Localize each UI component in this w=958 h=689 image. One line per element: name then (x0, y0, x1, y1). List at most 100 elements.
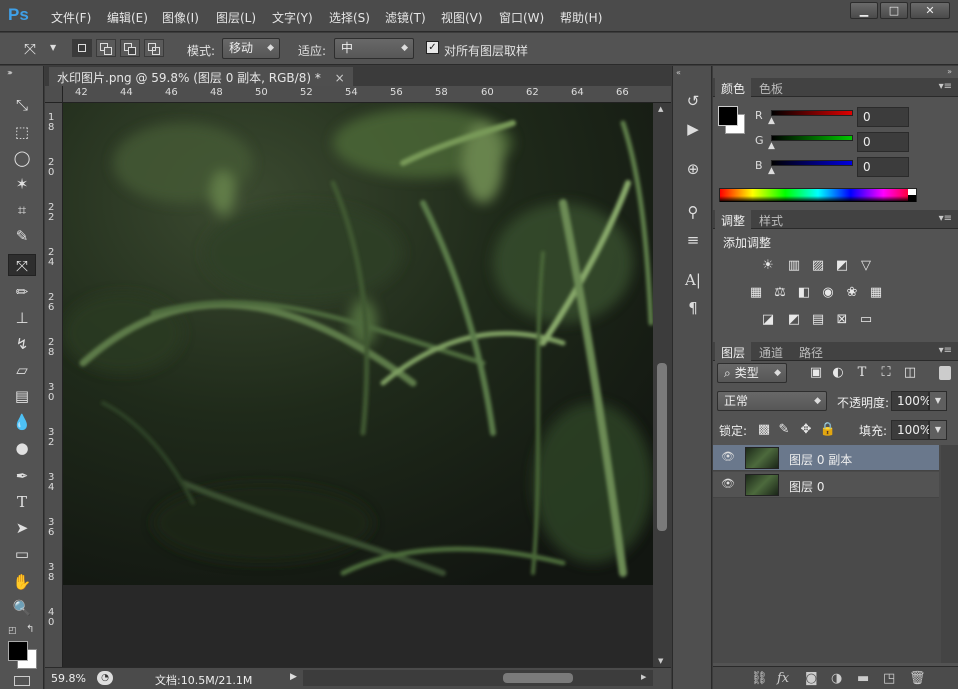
content-aware-move-tool-icon[interactable]: ⤧ (8, 254, 36, 276)
posterize-icon[interactable]: ◩ (785, 312, 803, 328)
hand-tool-icon[interactable]: ✋ (8, 571, 36, 593)
collapse-icon[interactable]: « (676, 68, 681, 77)
lock-transparent-icon[interactable]: ▩ (755, 422, 773, 438)
status-info-icon[interactable]: ◔ (97, 671, 113, 685)
pen-tool-icon[interactable]: ✒ (8, 465, 36, 487)
photo-filter-icon[interactable]: ◉ (819, 285, 837, 301)
lock-position-icon[interactable]: ✥ (797, 422, 815, 438)
color-lookup-icon[interactable]: ▦ (867, 285, 885, 301)
slider-handle-icon[interactable]: ▲ (768, 141, 775, 151)
vibrance-icon[interactable]: ▽ (857, 258, 875, 274)
minimize-button[interactable]: ▁ (850, 2, 878, 19)
add-selection-button[interactable] (96, 39, 116, 57)
g-slider[interactable] (771, 135, 853, 141)
scroll-up-icon[interactable]: ▲ (658, 105, 663, 113)
vertical-scroll-thumb[interactable] (657, 363, 667, 531)
layer-row[interactable]: 👁 图层 0 副本 (713, 445, 939, 471)
g-input[interactable]: 0 (857, 132, 909, 152)
eyedropper-tool-icon[interactable]: ✎ (8, 225, 36, 247)
tab-paths[interactable]: 路径 (793, 342, 829, 361)
filter-pixel-icon[interactable]: ▣ (807, 365, 825, 381)
layer-name[interactable]: 图层 0 副本 (789, 451, 852, 468)
scroll-down-icon[interactable]: ▼ (658, 657, 663, 665)
filter-smart-object-icon[interactable]: ◫ (901, 365, 919, 381)
maximize-button[interactable]: □ (880, 2, 908, 19)
new-adjustment-layer-icon[interactable]: ◑ (831, 671, 842, 686)
levels-icon[interactable]: ▥ (785, 258, 803, 274)
menu-image[interactable]: 图像(I) (162, 9, 199, 26)
stamp-tool-icon[interactable]: ⊥ (8, 307, 36, 329)
canvas-area[interactable] (63, 103, 653, 667)
menu-view[interactable]: 视图(V) (441, 9, 483, 26)
panel-menu-icon[interactable]: ▾≡ (939, 81, 952, 92)
link-layers-icon[interactable]: ⛓ (751, 671, 768, 686)
hue-saturation-icon[interactable]: ▦ (747, 285, 765, 301)
filter-toggle-switch[interactable] (939, 366, 951, 380)
close-button[interactable]: ✕ (910, 2, 950, 19)
gradient-tool-icon[interactable]: ▤ (8, 385, 36, 407)
document-tab[interactable]: 水印图片.png @ 59.8% (图层 0 副本, RGB/8) * × (49, 67, 353, 86)
new-selection-button[interactable] (72, 39, 92, 57)
tab-color[interactable]: 颜色 (715, 78, 752, 97)
collapse-icon[interactable]: » (947, 67, 952, 76)
menu-help[interactable]: 帮助(H) (560, 9, 602, 26)
color-foreground-swatch[interactable] (718, 106, 738, 126)
curves-icon[interactable]: ▨ (809, 258, 827, 274)
color-balance-icon[interactable]: ⚖ (771, 285, 789, 301)
actions-panel-icon[interactable]: ▶ (681, 118, 705, 140)
tab-adjustments[interactable]: 调整 (715, 210, 752, 229)
slider-handle-icon[interactable]: ▲ (768, 166, 775, 176)
lock-all-icon[interactable]: 🔒 (819, 422, 837, 438)
chevron-down-icon[interactable]: ▼ (929, 420, 947, 440)
status-menu-arrow-icon[interactable]: ▶ (290, 672, 297, 682)
swap-colors-icon[interactable]: ↰ (26, 624, 34, 635)
invert-icon[interactable]: ◪ (759, 312, 777, 328)
menu-window[interactable]: 窗口(W) (499, 9, 544, 26)
r-input[interactable]: 0 (857, 107, 909, 127)
menu-type[interactable]: 文字(Y) (272, 9, 313, 26)
add-mask-icon[interactable]: ◙ (805, 671, 818, 686)
content-aware-move-icon[interactable]: ⤧ (24, 40, 36, 58)
crop-tool-icon[interactable]: ⌗ (8, 199, 36, 221)
fill-input[interactable]: 100% (891, 420, 931, 440)
layers-scrollbar[interactable] (941, 445, 958, 663)
b-slider[interactable] (771, 160, 853, 166)
menu-layer[interactable]: 图层(L) (216, 9, 256, 26)
layer-filter-select[interactable]: ⌕ 类型 ◆ (717, 363, 787, 383)
layer-row[interactable]: 👁 图层 0 (713, 472, 939, 498)
chevron-down-icon[interactable]: ▼ (929, 391, 947, 411)
eye-icon[interactable]: 👁 (721, 477, 735, 490)
collapse-icon[interactable]: » (7, 68, 12, 77)
eraser-tool-icon[interactable]: ▱ (8, 359, 36, 381)
menu-file[interactable]: 文件(F) (51, 9, 91, 26)
channel-mixer-icon[interactable]: ❀ (843, 285, 861, 301)
clone-source-panel-icon[interactable]: ⊕ (681, 158, 705, 180)
menu-select[interactable]: 选择(S) (329, 9, 370, 26)
exposure-icon[interactable]: ◩ (833, 258, 851, 274)
layer-name[interactable]: 图层 0 (789, 478, 824, 495)
tab-channels[interactable]: 通道 (753, 342, 789, 361)
history-panel-icon[interactable]: ↺ (681, 90, 705, 112)
new-group-icon[interactable]: ▬ (857, 671, 869, 686)
quick-mask-icon[interactable] (14, 676, 30, 686)
opacity-input[interactable]: 100% (891, 391, 931, 411)
new-layer-icon[interactable]: ◳ (883, 671, 895, 686)
default-colors-icon[interactable]: ◰ (8, 626, 17, 636)
path-selection-tool-icon[interactable]: ➤ (8, 517, 36, 539)
tool-preset-dropdown-icon[interactable]: ▼ (50, 43, 56, 52)
grass-photo-canvas[interactable] (63, 103, 653, 585)
gradient-map-icon[interactable]: ▭ (857, 312, 875, 328)
horizontal-scrollbar[interactable]: ▶ (303, 670, 653, 686)
brightness-contrast-icon[interactable]: ☀ (759, 258, 777, 274)
selective-color-icon[interactable]: ⊠ (833, 312, 851, 328)
color-spectrum-bar[interactable] (719, 188, 917, 202)
intersect-selection-button[interactable] (144, 39, 164, 57)
brush-tool-icon[interactable]: ✏ (8, 281, 36, 303)
zoom-level[interactable]: 59.8% (51, 672, 86, 685)
menu-filter[interactable]: 滤镜(T) (385, 9, 426, 26)
close-icon[interactable]: × (335, 71, 345, 85)
tool-presets-icon[interactable]: ≡ (681, 229, 705, 251)
tab-swatches[interactable]: 色板 (753, 78, 789, 97)
paragraph-panel-icon[interactable]: ¶ (681, 297, 705, 319)
tab-layers[interactable]: 图层 (715, 342, 752, 361)
